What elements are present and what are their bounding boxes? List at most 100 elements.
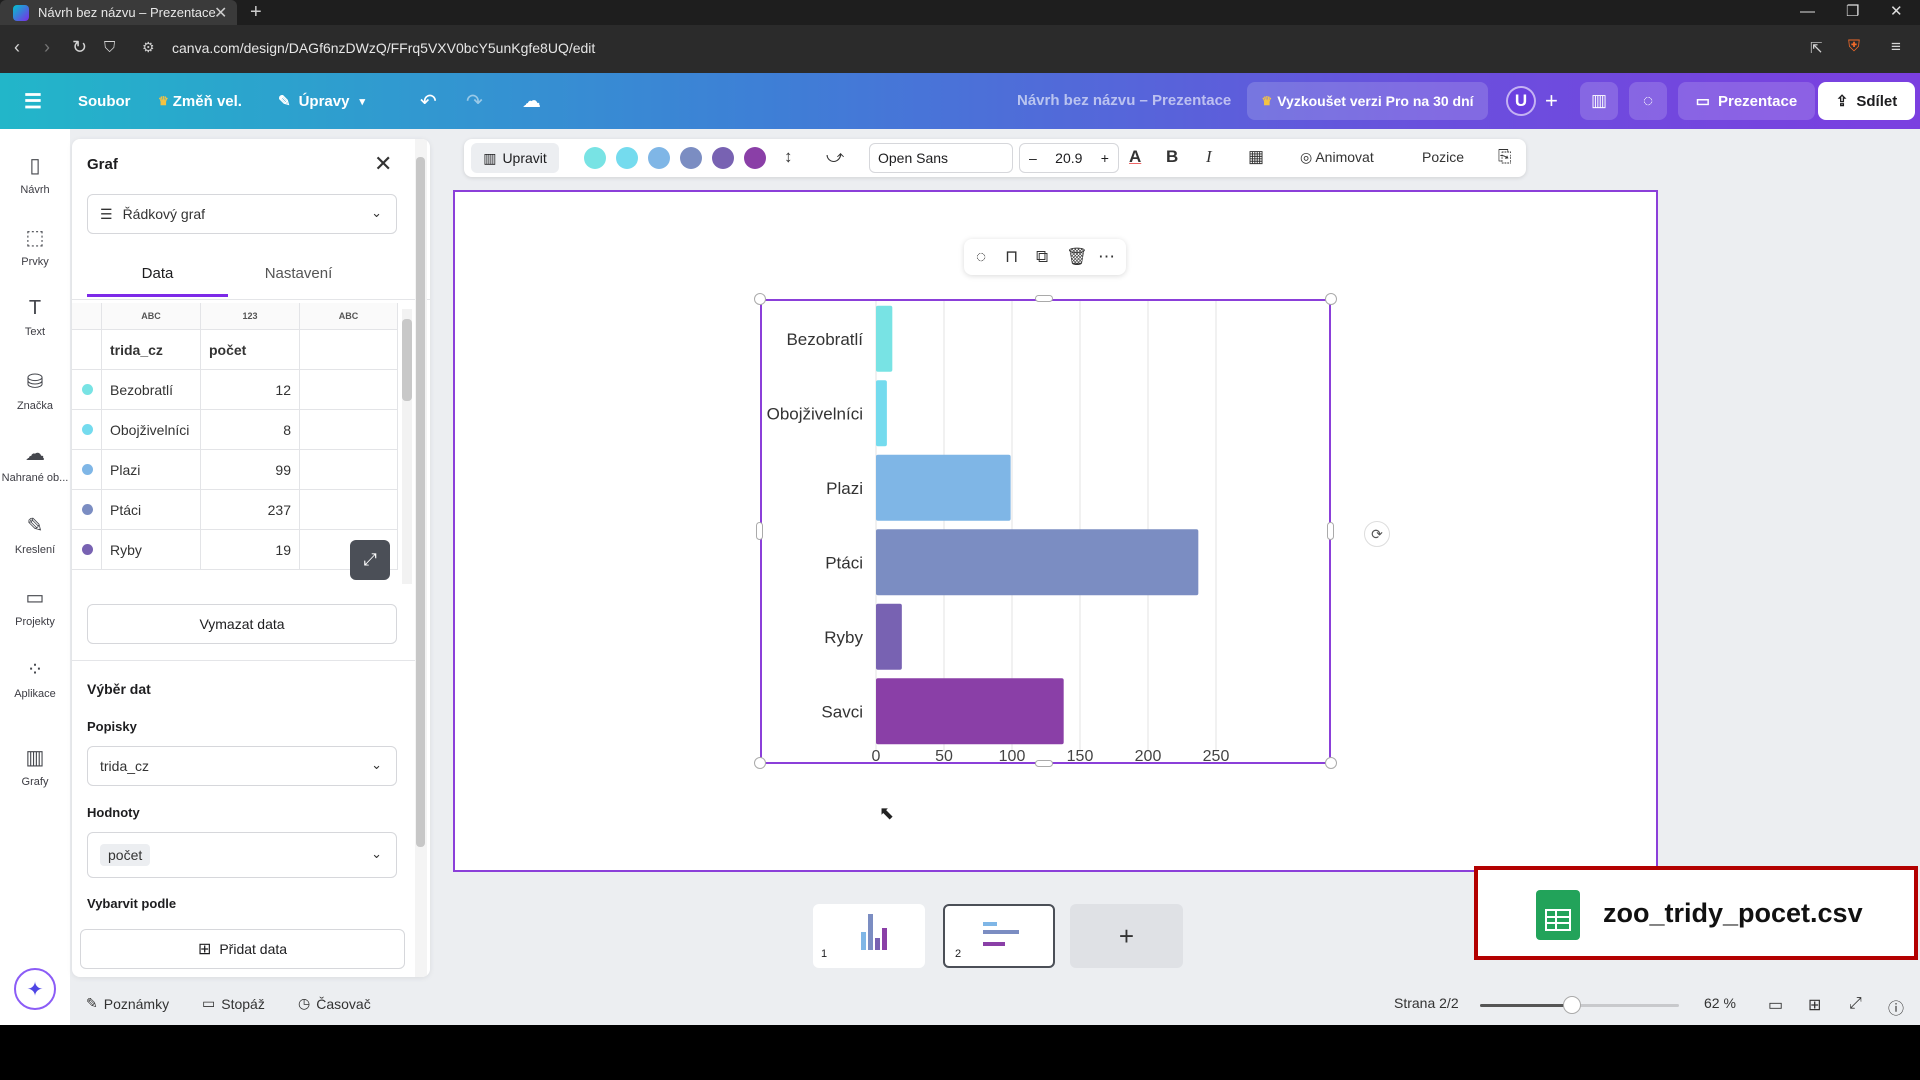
table-cell-empty[interactable] <box>300 490 398 530</box>
page-thumbnail-1[interactable]: 1 <box>813 904 925 968</box>
copy-style-icon[interactable]: ⎘ <box>1498 147 1512 167</box>
document-title[interactable]: Návrh bez názvu – Prezentace <box>1017 92 1231 109</box>
help-icon[interactable]: ⓘ <box>1888 995 1904 1019</box>
table-cell-empty[interactable] <box>300 410 398 450</box>
table-cell-label[interactable]: Obojživelníci <box>102 410 201 450</box>
series-color-dot[interactable] <box>82 424 93 435</box>
decrease-size-button[interactable]: – <box>1029 150 1037 166</box>
values-select[interactable]: počet ⌄ <box>87 832 397 878</box>
clear-data-button[interactable]: Vymazat data <box>87 604 397 644</box>
series-color-dot[interactable] <box>82 544 93 555</box>
comment-icon[interactable]: ◌ <box>1629 82 1667 120</box>
back-icon[interactable]: ‹ <box>14 37 20 58</box>
add-page-button[interactable]: + <box>1070 904 1183 968</box>
corner-rounding-icon[interactable]: ⤻ <box>826 147 844 167</box>
spacing-icon[interactable]: ↕ <box>784 147 793 167</box>
grid-scroll-thumb[interactable] <box>402 319 412 401</box>
table-cell-value[interactable]: 19 <box>201 530 300 570</box>
color-swatch[interactable] <box>648 147 670 169</box>
bar[interactable] <box>876 380 887 447</box>
rail-item-draw[interactable]: ✎ Kreslení <box>0 513 70 556</box>
row-handle[interactable] <box>72 370 102 410</box>
resize-handle[interactable] <box>754 757 766 769</box>
table-cell-empty[interactable] <box>300 450 398 490</box>
bar[interactable] <box>876 678 1064 745</box>
table-cell-label[interactable]: Plazi <box>102 450 201 490</box>
tab-settings[interactable]: Nastavení <box>228 265 369 297</box>
url-field[interactable]: canva.com/design/DAGf6nzDWzQ/FFrq5VXV0bc… <box>172 40 595 56</box>
table-cell-value[interactable]: 237 <box>201 490 300 530</box>
rail-item-apps[interactable]: ⁘ Aplikace <box>0 657 70 700</box>
labels-select[interactable]: trida_cz ⌄ <box>87 746 397 786</box>
resize-handle[interactable] <box>1035 295 1053 302</box>
column-header[interactable]: počet <box>201 330 300 370</box>
fullscreen-icon[interactable]: ⤢ <box>1849 995 1862 1013</box>
resize-handle[interactable] <box>1035 760 1053 767</box>
comment-add-icon[interactable]: ◌ <box>976 247 986 267</box>
page-thumbnail-2[interactable]: 2 <box>943 904 1055 968</box>
zoom-level[interactable]: 62 % <box>1704 995 1736 1011</box>
color-swatch[interactable] <box>584 147 606 169</box>
series-color-dot[interactable] <box>82 504 93 515</box>
present-button[interactable]: ▭ Prezentace <box>1678 82 1815 120</box>
minimize-icon[interactable]: — <box>1800 0 1815 24</box>
chart-element[interactable]: 0 50 100 150 200 250 Bezobratlí Obojživelníci Pl… <box>760 299 1331 765</box>
resize-handle[interactable] <box>756 522 763 540</box>
color-swatch[interactable] <box>712 147 734 169</box>
text-color-icon[interactable]: A <box>1129 147 1141 167</box>
animate-button[interactable]: ◎ Animovat <box>1300 149 1374 166</box>
font-size-stepper[interactable]: – 20.9 + <box>1019 143 1119 173</box>
bar[interactable] <box>876 454 1011 521</box>
resize-button[interactable]: ♛ Změň vel. <box>158 73 242 129</box>
window-close-icon[interactable]: ✕ <box>1890 0 1903 24</box>
site-info-icon[interactable]: ⚙ <box>142 39 155 56</box>
close-icon[interactable]: ✕ <box>374 151 392 177</box>
rail-item-projects[interactable]: ▭ Projekty <box>0 585 70 628</box>
browser-menu-icon[interactable]: ≡ <box>1891 37 1901 57</box>
table-cell-label[interactable]: Bezobratlí <box>102 370 201 410</box>
redo-icon[interactable]: ↷ <box>466 73 483 129</box>
delete-icon[interactable]: 🗑 <box>1066 247 1088 267</box>
column-header[interactable]: trida_cz <box>102 330 201 370</box>
series-color-dot[interactable] <box>82 384 93 395</box>
brave-shield-icon[interactable]: ⛨ <box>1848 38 1860 56</box>
rotate-icon[interactable]: ⟳ <box>1364 521 1390 547</box>
resize-handle[interactable] <box>754 293 766 305</box>
color-swatch[interactable] <box>680 147 702 169</box>
more-options-icon[interactable]: ⋯ <box>1098 247 1115 267</box>
tab-data[interactable]: Data <box>87 265 228 297</box>
rail-item-elements[interactable]: ⬚ Prvky <box>0 225 70 268</box>
color-swatch[interactable] <box>616 147 638 169</box>
bookmark-icon[interactable]: ⛉ <box>104 39 115 56</box>
font-family-select[interactable]: Open Sans <box>869 143 1013 173</box>
table-cell-value[interactable]: 99 <box>201 450 300 490</box>
resize-handle[interactable] <box>1327 522 1334 540</box>
chart-type-select[interactable]: ☰ Řádkový graf ⌄ <box>87 194 397 234</box>
browser-tab[interactable]: Návrh bez názvu – Prezentace ✕ <box>0 0 237 25</box>
rail-item-text[interactable]: T Text <box>0 297 70 338</box>
italic-button[interactable]: I <box>1206 147 1212 167</box>
footage-button[interactable]: ▭ Stopáž <box>202 995 265 1012</box>
tab-close-icon[interactable]: ✕ <box>214 3 227 23</box>
table-cell-value[interactable]: 8 <box>201 410 300 450</box>
rail-item-charts[interactable]: ▥ Grafy <box>0 745 70 788</box>
forward-icon[interactable]: › <box>44 37 50 58</box>
share-page-icon[interactable]: ⇱ <box>1810 39 1823 57</box>
increase-size-button[interactable]: + <box>1101 150 1109 166</box>
row-handle[interactable] <box>72 410 102 450</box>
restore-icon[interactable]: ❐ <box>1846 0 1859 24</box>
undo-icon[interactable]: ↶ <box>420 73 437 129</box>
panel-scroll-thumb[interactable] <box>416 157 425 847</box>
table-cell-value[interactable]: 12 <box>201 370 300 410</box>
avatar[interactable]: U <box>1506 86 1536 116</box>
edit-mode-button[interactable]: ✎ Úpravy ▾ <box>278 73 365 129</box>
row-handle[interactable] <box>72 530 102 570</box>
zoom-slider-knob[interactable] <box>1562 996 1581 1014</box>
timer-button[interactable]: ◷ Časovač <box>298 995 371 1012</box>
invite-plus-icon[interactable]: + <box>1545 73 1558 129</box>
duplicate-icon[interactable]: ⧉ <box>1036 247 1048 267</box>
column-header[interactable] <box>300 330 398 370</box>
expand-grid-icon[interactable]: ⤢ <box>350 540 390 580</box>
insights-chart-icon[interactable]: ▥ <box>1580 82 1618 120</box>
position-button[interactable]: Pozice <box>1422 149 1464 165</box>
